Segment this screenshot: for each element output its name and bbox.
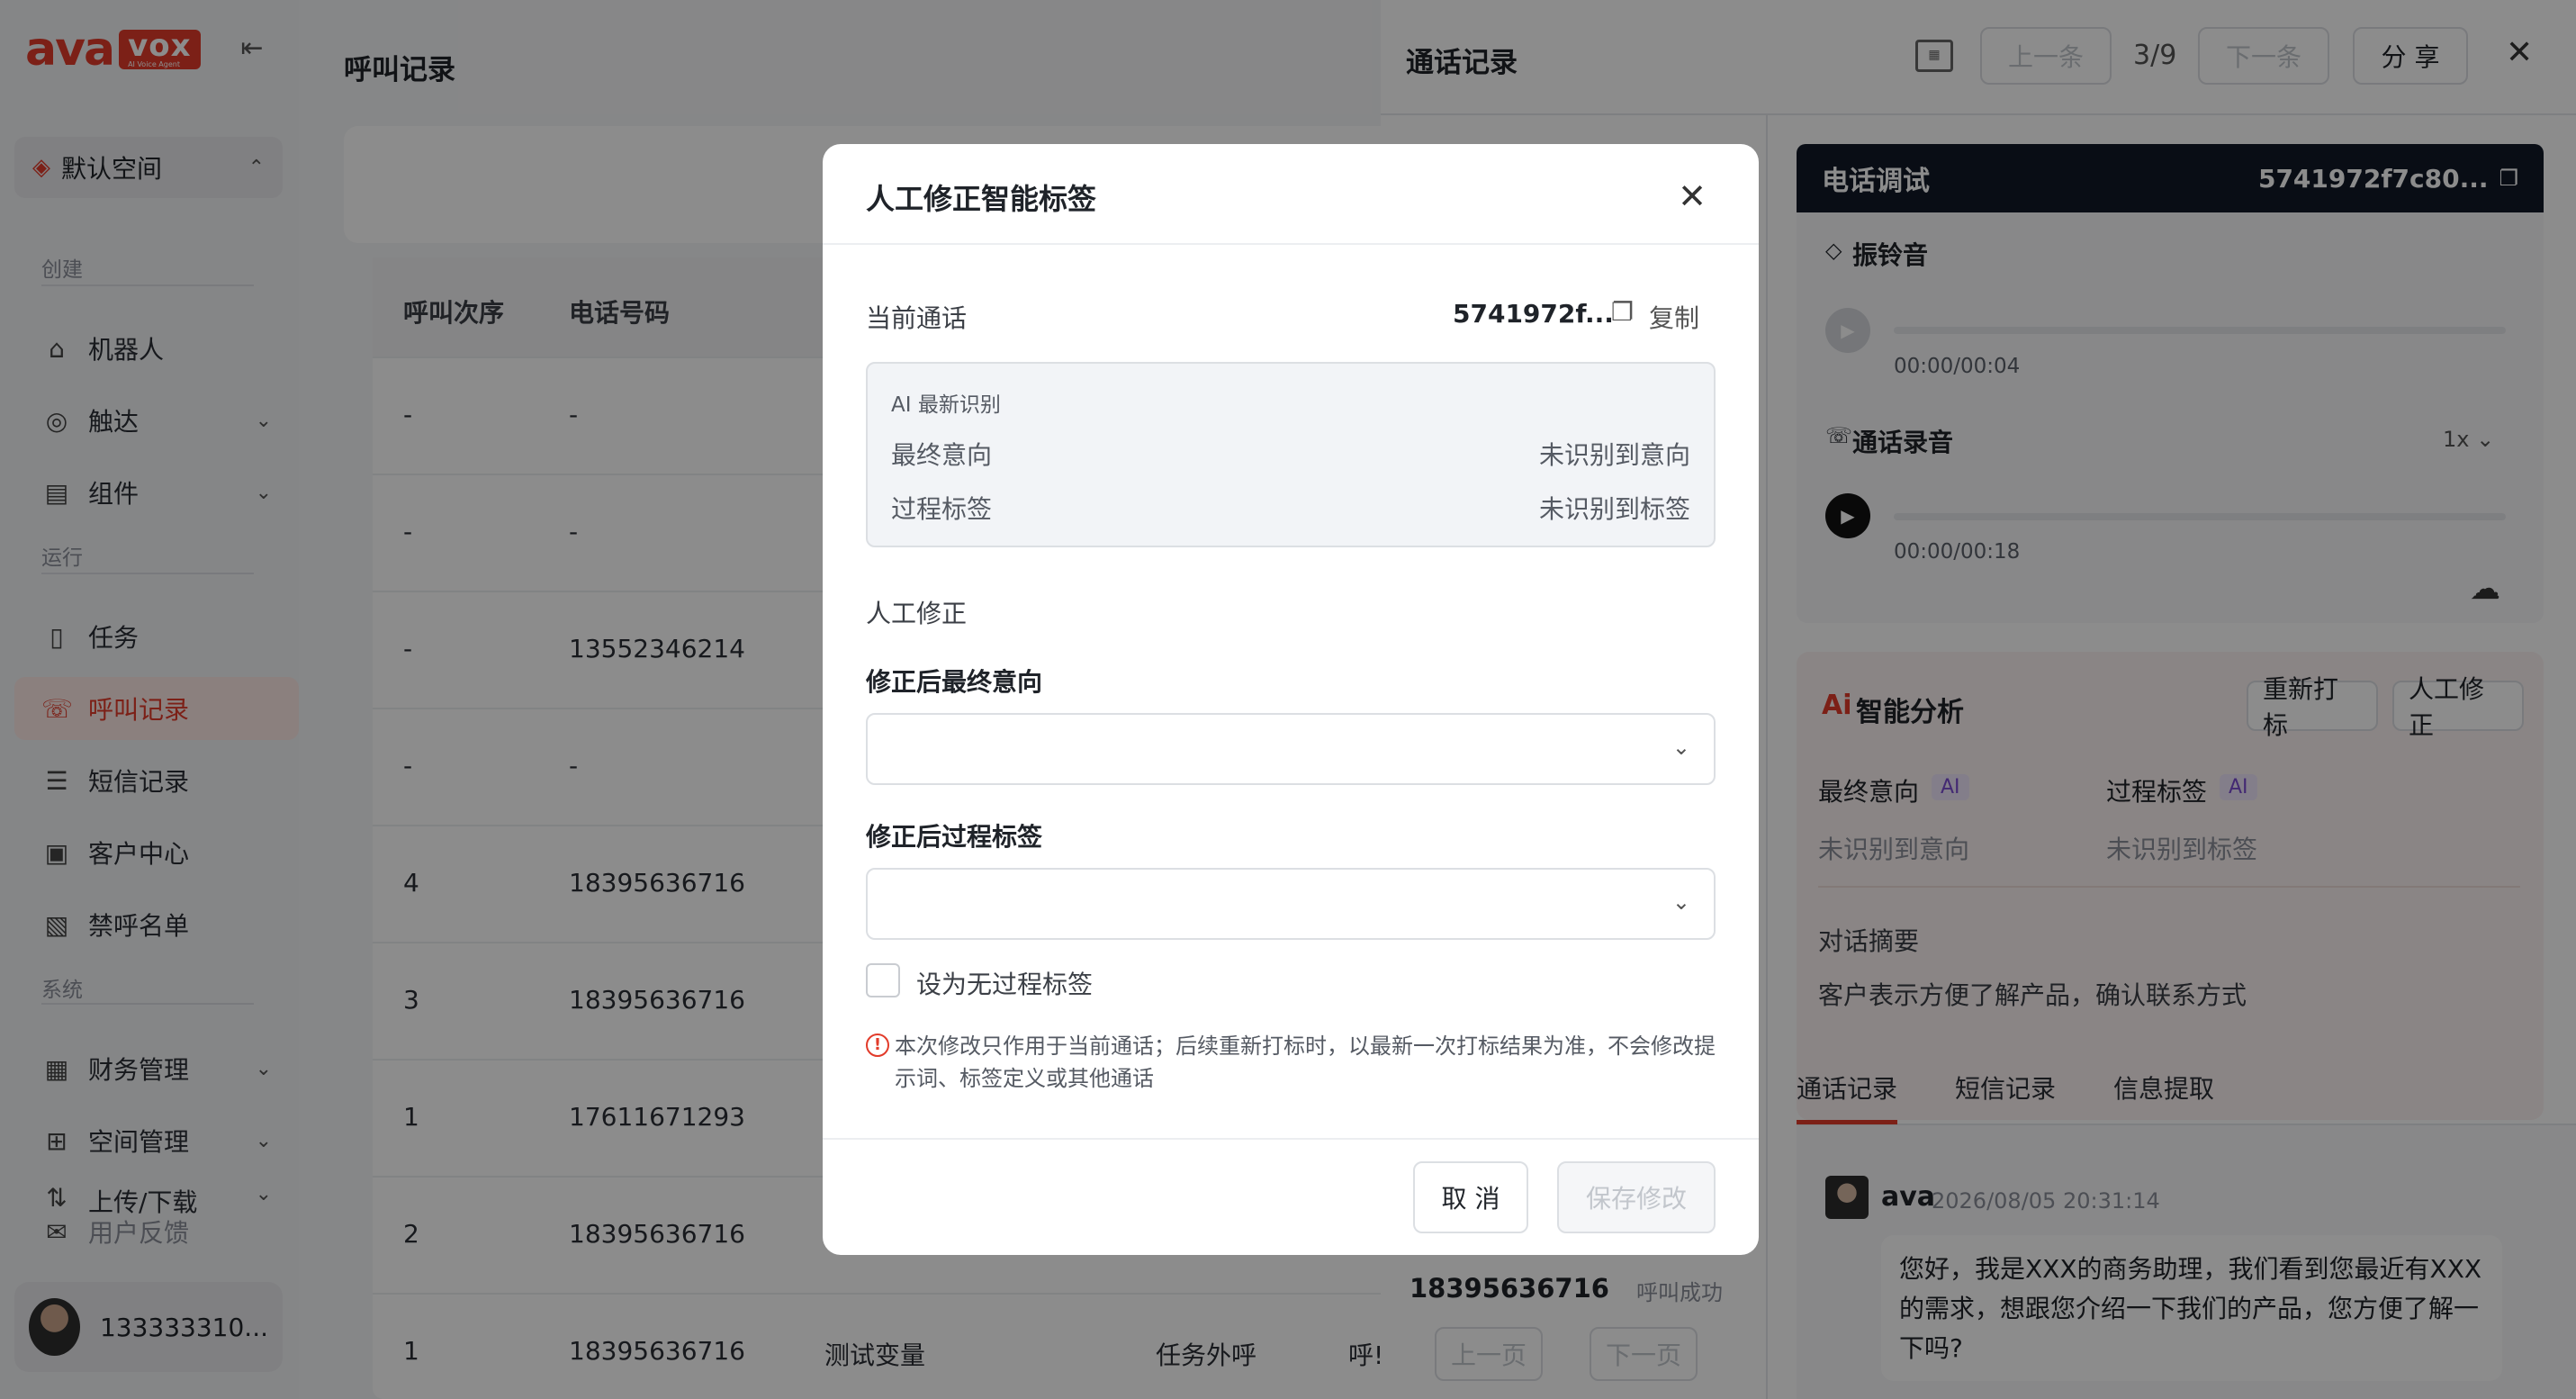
manual-section-label: 人工修正 <box>866 599 968 628</box>
current-call-id: 5741972f... <box>1453 299 1614 329</box>
corrected-intent-select[interactable]: ⌄ <box>866 713 1716 785</box>
chevron-down-icon: ⌄ <box>1671 889 1690 915</box>
copy-icon[interactable]: ❐ <box>1611 297 1634 327</box>
corrected-tag-label: 修正后过程标签 <box>866 822 1043 852</box>
process-tag-value: 未识别到标签 <box>1538 494 1690 524</box>
save-button[interactable]: 保存修改 <box>1557 1161 1716 1233</box>
corrected-intent-label: 修正后最终意向 <box>866 667 1043 697</box>
cancel-button[interactable]: 取 消 <box>1413 1161 1528 1233</box>
copy-button[interactable]: 复制 <box>1649 299 1699 335</box>
chevron-down-icon: ⌄ <box>1671 735 1690 760</box>
modal-footer-divider <box>823 1138 1759 1140</box>
info-icon: ! <box>866 1033 889 1057</box>
process-tag-label: 过程标签 <box>891 494 993 524</box>
final-intent-value: 未识别到意向 <box>1538 440 1690 470</box>
warning-text: 本次修改只作用于当前通话；后续重新打标时，以最新一次打标结果为准，不会修改提示词… <box>895 1033 1716 1091</box>
corrected-tag-select[interactable]: ⌄ <box>866 868 1716 940</box>
current-call-label: 当前通话 <box>866 303 968 333</box>
modal-title: 人工修正智能标签 <box>866 182 1097 216</box>
no-tag-label[interactable]: 设为无过程标签 <box>916 965 1093 1001</box>
modal-divider <box>823 243 1759 245</box>
final-intent-label: 最终意向 <box>891 440 993 470</box>
no-tag-checkbox[interactable] <box>866 963 900 997</box>
ai-latest-label: AI 最新识别 <box>891 393 1001 417</box>
ai-latest-box: AI 最新识别 最终意向 未识别到意向 过程标签 未识别到标签 <box>866 362 1716 547</box>
close-icon[interactable]: ✕ <box>1672 176 1712 216</box>
